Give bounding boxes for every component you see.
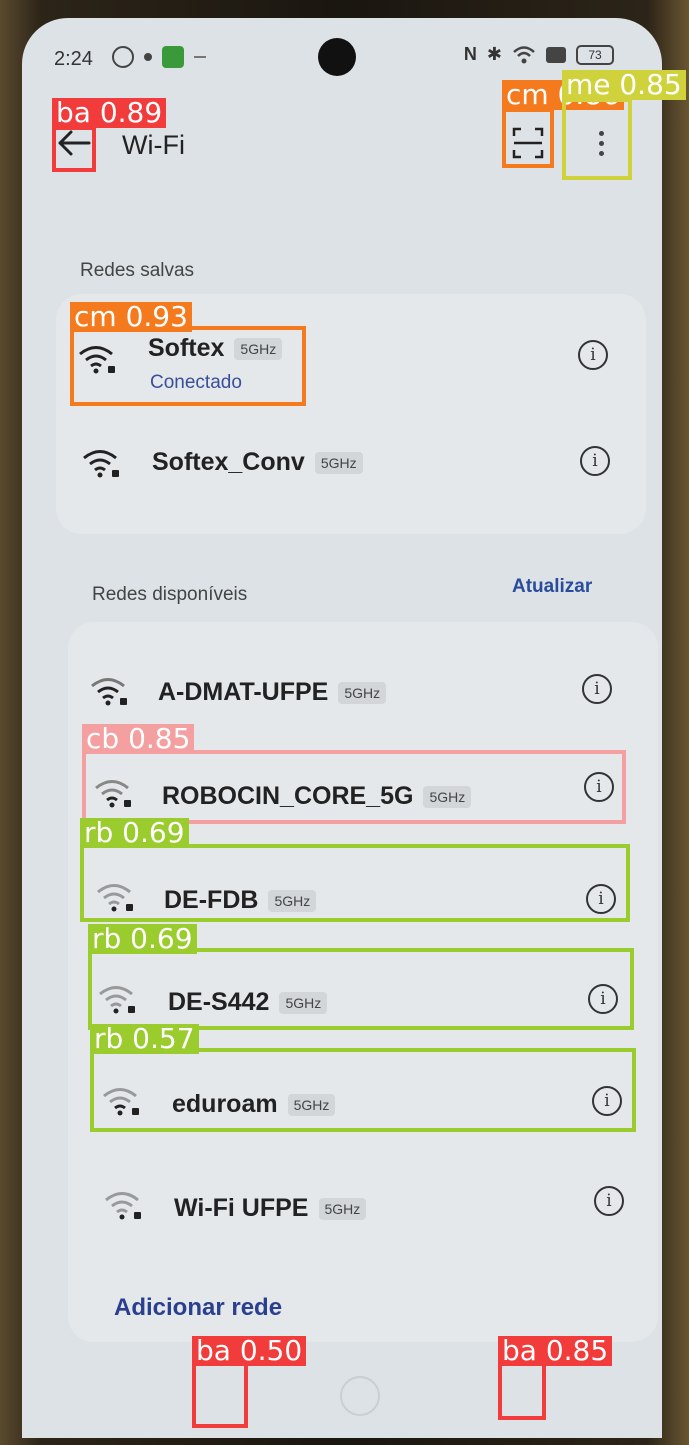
more-vert-icon [598, 130, 604, 136]
navigation-bar [22, 1366, 662, 1426]
detection-label: ba 0.89 [52, 98, 167, 128]
band-badge: 5GHz [287, 1094, 336, 1117]
band-badge: 5GHz [318, 1198, 367, 1221]
detection-label: ba 0.50 [192, 1336, 307, 1366]
wifi-locked-icon [79, 346, 115, 374]
page-title: Wi-Fi [122, 130, 185, 160]
qr-scan-icon [512, 127, 544, 159]
network-name: eduroam 5GHz [172, 1090, 336, 1119]
band-badge: 5GHz [234, 338, 283, 361]
wifi-locked-icon [103, 1088, 139, 1116]
network-info-button[interactable]: i [578, 340, 608, 370]
network-name: Softex_Conv 5GHz [152, 448, 363, 477]
nav-home-button[interactable] [340, 1376, 380, 1416]
add-network-button[interactable]: Adicionar rede [114, 1294, 282, 1322]
detection-label: rb 0.69 [80, 818, 189, 848]
wifi-locked-icon [95, 780, 131, 808]
app-notification-icon [162, 46, 184, 68]
info-icon: i [594, 679, 600, 699]
band-badge: 5GHz [279, 992, 328, 1015]
scan-qr-button[interactable] [504, 118, 552, 168]
wifi-locked-icon [97, 884, 133, 912]
status-time: 2:24 [54, 48, 93, 70]
wifi-locked-icon [105, 1192, 141, 1220]
network-info-button[interactable]: i [582, 674, 612, 704]
nfc-icon: N [463, 44, 477, 64]
info-icon: i [598, 889, 604, 909]
network-name-text: ROBOCIN_CORE_5G [162, 782, 414, 810]
band-badge: 5GHz [423, 786, 472, 809]
data-icon [546, 46, 566, 63]
saved-networks-label: Redes salvas [80, 260, 195, 281]
nav-recents-button[interactable] [198, 1366, 250, 1426]
network-info-button[interactable]: i [584, 772, 614, 802]
available-network-row[interactable]: eduroam 5GHz i [68, 1054, 658, 1144]
network-info-button[interactable]: i [588, 984, 618, 1014]
saved-network-row[interactable]: Softex_Conv 5GHz i [56, 420, 646, 510]
more-vert-dot [598, 140, 604, 146]
band-badge: 5GHz [268, 890, 317, 913]
info-icon: i [606, 1191, 612, 1211]
network-name-text: A-DMAT-UFPE [158, 678, 329, 706]
info-icon: i [590, 345, 596, 365]
more-notifications-icon [194, 56, 206, 58]
more-options-button[interactable] [570, 108, 632, 178]
arrow-left-icon [58, 130, 91, 156]
detection-label: ba 0.85 [498, 1336, 613, 1366]
band-badge: 5GHz [338, 682, 387, 705]
connection-status: Conectado [150, 372, 242, 393]
detection-label: cm 0.93 [70, 302, 192, 332]
network-name: Wi-Fi UFPE 5GHz [174, 1194, 367, 1223]
network-name: Softex 5GHz [148, 334, 283, 363]
detection-label: me 0.85 [562, 70, 686, 100]
wifi-locked-icon [83, 450, 119, 478]
network-name: ROBOCIN_CORE_5G 5GHz [162, 782, 472, 811]
network-name-text: Softex [148, 334, 225, 362]
available-network-row[interactable]: Wi-Fi UFPE 5GHz i [68, 1156, 658, 1246]
wifi-locked-icon [91, 678, 127, 706]
network-name-text: Wi-Fi UFPE [174, 1194, 309, 1222]
network-info-button[interactable]: i [586, 884, 616, 914]
band-badge: 5GHz [314, 452, 363, 475]
network-info-button[interactable]: i [580, 446, 610, 476]
network-name: A-DMAT-UFPE 5GHz [158, 678, 387, 707]
info-icon: i [604, 1091, 610, 1111]
refresh-link[interactable]: Atualizar [512, 576, 592, 598]
wifi-locked-icon [99, 986, 135, 1014]
network-name: DE-S442 5GHz [168, 988, 328, 1017]
network-name-text: Softex_Conv [152, 448, 305, 476]
status-icons-left [112, 46, 206, 68]
detection-label: rb 0.57 [90, 1024, 199, 1054]
battery-icon: 73 [576, 44, 614, 65]
notification-icon [112, 46, 134, 68]
detection-label: cb 0.85 [82, 724, 195, 754]
status-icons-right: N ✱ 73 [464, 44, 614, 65]
network-name-text: eduroam [172, 1090, 278, 1118]
info-icon: i [600, 989, 606, 1009]
info-icon: i [596, 777, 602, 797]
wifi-status-icon [513, 45, 535, 63]
notification-dot-icon [144, 53, 152, 61]
nav-back-button[interactable] [502, 1366, 554, 1426]
network-name-text: DE-FDB [164, 886, 259, 914]
front-camera [318, 38, 356, 76]
network-info-button[interactable]: i [594, 1186, 624, 1216]
more-vert-dot [598, 150, 604, 156]
detection-label: rb 0.69 [88, 924, 197, 954]
bluetooth-icon: ✱ [486, 44, 502, 64]
info-icon: i [592, 451, 598, 471]
available-networks-label: Redes disponíveis [92, 584, 248, 605]
network-name: DE-FDB 5GHz [164, 886, 317, 915]
network-name-text: DE-S442 [168, 988, 270, 1016]
network-info-button[interactable]: i [592, 1086, 622, 1116]
